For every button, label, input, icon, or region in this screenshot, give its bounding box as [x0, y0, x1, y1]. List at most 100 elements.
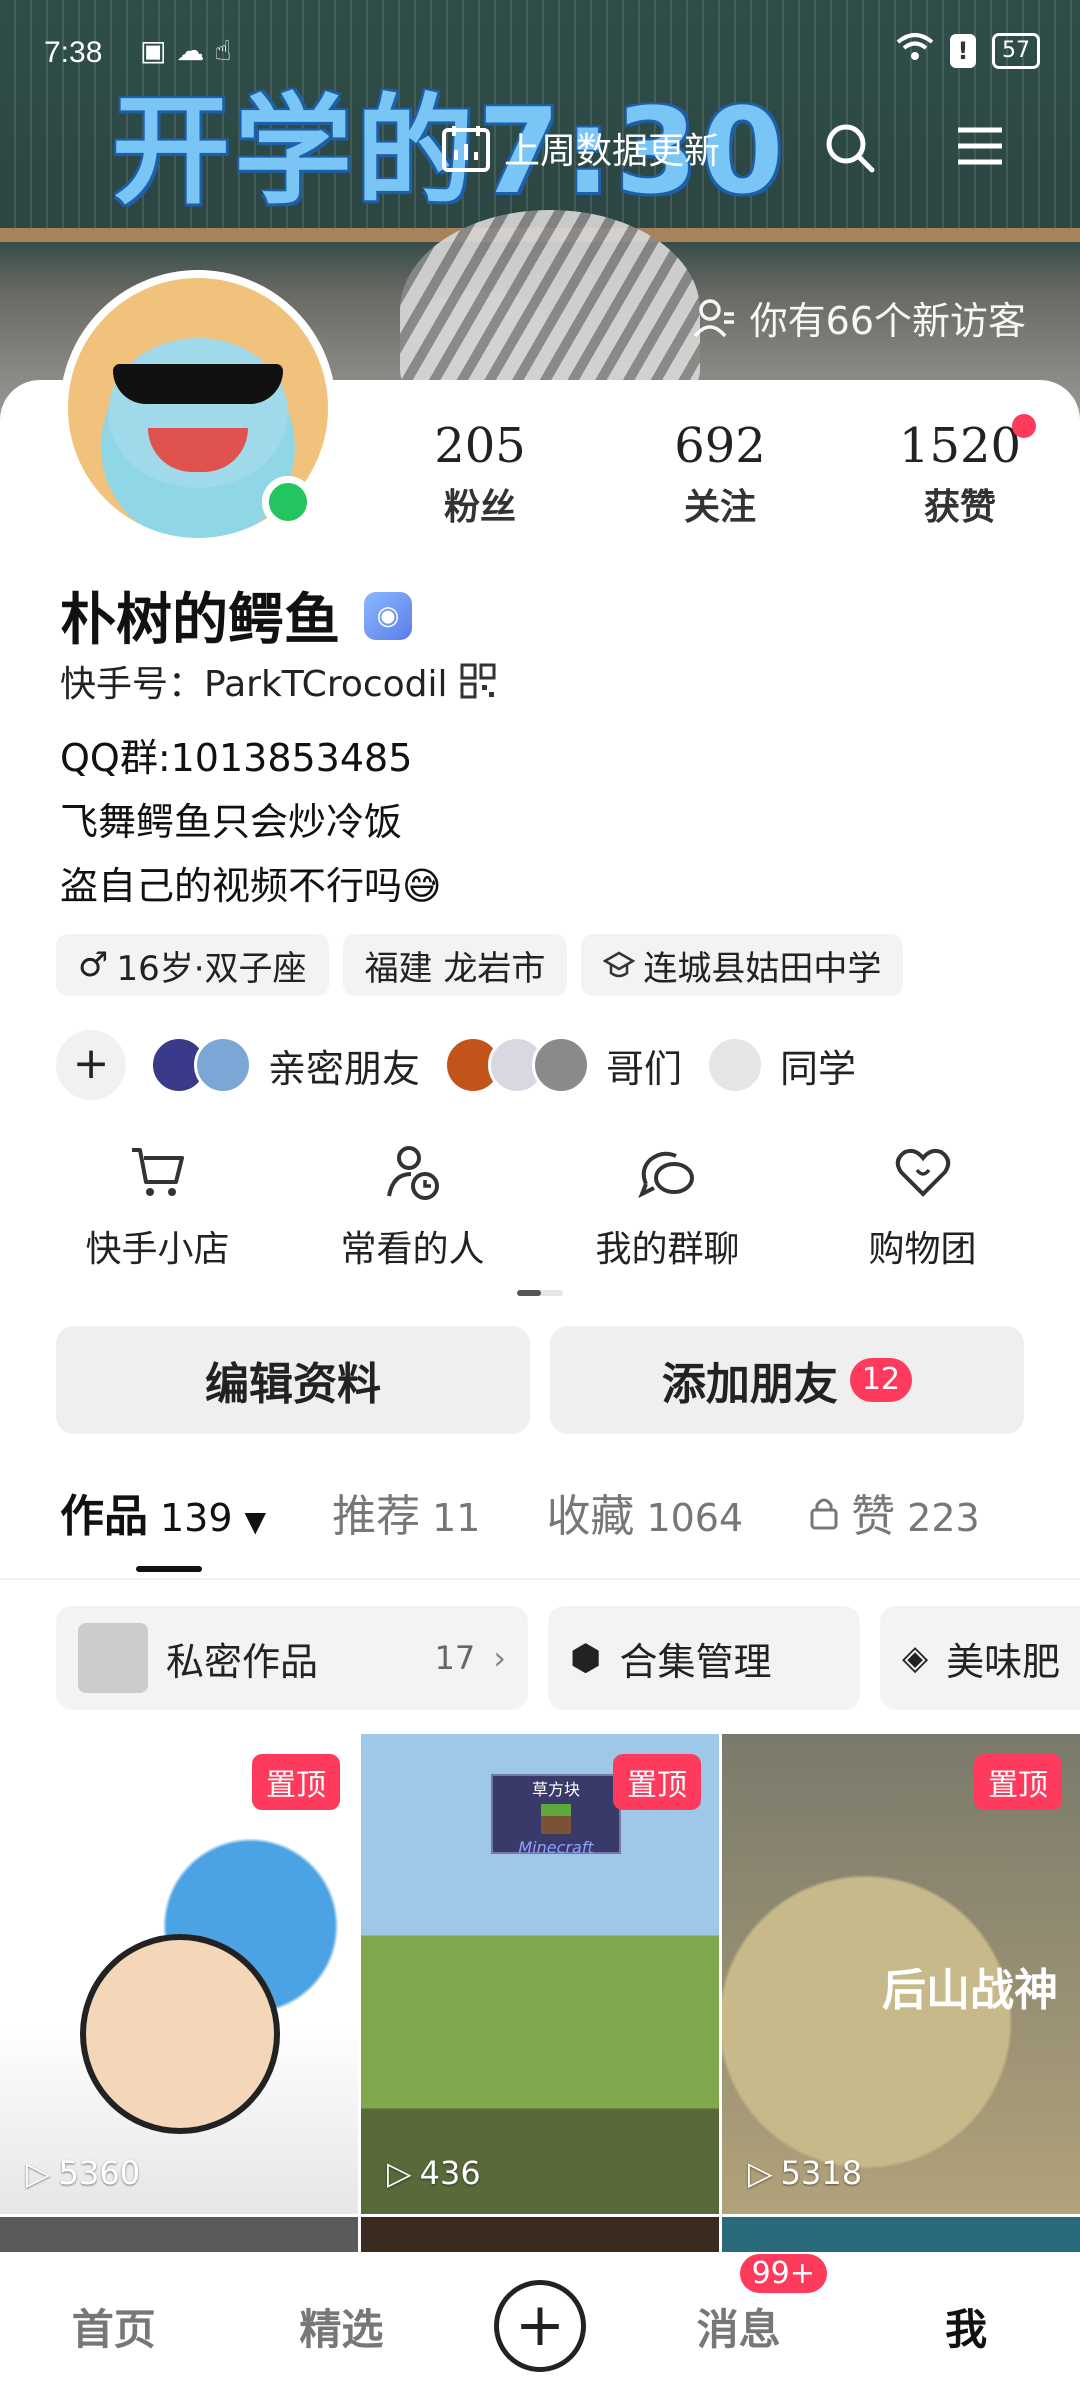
collection-count: 17 — [434, 1639, 476, 1677]
alert-icon: ! — [950, 33, 976, 68]
tag-text: 连城县姑田中学 — [643, 948, 882, 989]
avatar-sunglasses — [113, 364, 283, 404]
video-tile-partial[interactable] — [722, 2217, 1080, 2257]
friend-groups: + 亲密朋友 哥们 同学 — [56, 1030, 856, 1100]
group-label: 同学 — [780, 1046, 857, 1091]
group-avatar — [706, 1036, 765, 1094]
shortcut-label: 快手小店 — [85, 1229, 230, 1270]
status-time: 7:38 — [44, 36, 103, 69]
group-label: 哥们 — [606, 1046, 683, 1091]
video-tile[interactable]: 草方块 Minecraft 置顶 ▷ 436 — [361, 1734, 719, 2214]
collection-label: 美味肥 — [946, 1639, 1061, 1684]
collection-manage-button[interactable]: ⬢ 合集管理 — [548, 1606, 860, 1710]
shortcut-label: 购物团 — [868, 1229, 977, 1270]
caret-down-icon[interactable]: ▼ — [245, 1505, 267, 1538]
person-clock-icon — [386, 1146, 439, 1200]
overlay-subtitle: Minecraft — [518, 1838, 594, 1857]
tabs-divider — [0, 1578, 1080, 1580]
play-count: ▷ 436 — [387, 2154, 481, 2192]
tab-likes[interactable]: 赞 223 — [809, 1480, 980, 1544]
weekly-update-button[interactable]: 上周数据更新 — [440, 122, 720, 174]
video-tile[interactable]: 置顶 ▷ 5360 — [0, 1734, 358, 2214]
group-avatar — [532, 1036, 591, 1094]
stat-followers[interactable]: 205 粉丝 — [390, 418, 570, 530]
menu-icon[interactable] — [954, 120, 1006, 176]
shortcut-shop[interactable]: 快手小店 — [43, 1140, 273, 1272]
video-tile-partial[interactable] — [361, 2217, 719, 2257]
group-avatars — [150, 1036, 252, 1094]
pinned-badge: 置顶 — [974, 1754, 1062, 1810]
stat-following[interactable]: 692 关注 — [630, 418, 810, 530]
group-buddies[interactable]: 哥们 — [444, 1036, 682, 1094]
play-count-value: 436 — [419, 2154, 481, 2192]
status-notification-icons: ▣ ☁ ☝ — [110, 34, 232, 67]
group-label: 亲密朋友 — [268, 1046, 421, 1091]
kuaishou-id-row[interactable]: 快手号：ParkTCrocodil — [60, 655, 496, 707]
calendar-chart-icon — [442, 126, 490, 172]
group-chat-icon — [637, 1151, 694, 1199]
group-avatars — [706, 1036, 765, 1094]
status-bar: 7:38 ▣ ☁ ☝ ! 57 — [0, 0, 1080, 100]
collection-row: 私密作品 17 › ⬢ 合集管理 ◈ 美味肥 — [56, 1606, 1080, 1710]
nav-messages[interactable]: 消息 99+ — [664, 2253, 827, 2357]
profile-name: 朴树的鳄鱼 — [60, 588, 340, 653]
nav-home[interactable]: 首页 — [39, 2296, 189, 2357]
shortcut-group-chats[interactable]: 我的群聊 — [553, 1140, 783, 1272]
edit-profile-button[interactable]: 编辑资料 — [56, 1326, 530, 1434]
video-tile-partial[interactable] — [0, 2217, 358, 2257]
bottom-navigation: 首页 精选 + 消息 99+ 我 — [0, 2252, 1080, 2400]
new-visitors-text: 你有66个新访客 — [749, 299, 1026, 343]
tab-count: 223 — [907, 1496, 980, 1540]
qr-code-icon[interactable] — [460, 663, 496, 699]
add-group-button[interactable]: + — [56, 1030, 126, 1100]
edit-profile-label: 编辑资料 — [205, 1359, 381, 1410]
collection-label: 合集管理 — [619, 1639, 772, 1684]
tab-works[interactable]: 作品 139 ▼ — [60, 1480, 266, 1544]
visitor-icon — [693, 298, 734, 337]
group-classmates[interactable]: 同学 — [706, 1036, 856, 1094]
profile-name-row: 朴树的鳄鱼 ◉ — [60, 575, 412, 656]
private-works-entry[interactable]: 私密作品 17 › — [56, 1606, 528, 1710]
messages-badge: 99+ — [739, 2253, 827, 2293]
nav-featured[interactable]: 精选 — [266, 2296, 416, 2357]
tab-label: 作品 — [60, 1491, 148, 1542]
tab-recommended[interactable]: 推荐 11 — [332, 1480, 480, 1544]
create-post-button[interactable]: + — [493, 2280, 586, 2372]
verified-badge-icon[interactable]: ◉ — [364, 591, 412, 640]
profile-tags: ♂ 16岁·双子座 福建 龙岩市 连城县姑田中学 — [56, 934, 904, 996]
layers-icon: ◈ — [902, 1638, 929, 1678]
tab-label: 赞 — [851, 1491, 896, 1542]
search-icon[interactable] — [822, 120, 878, 180]
grass-block-icon — [541, 1804, 571, 1834]
tab-count: 1064 — [646, 1496, 744, 1540]
stat-label: 粉丝 — [443, 487, 516, 528]
tag-school[interactable]: 连城县姑田中学 — [581, 934, 904, 996]
shortcut-frequent-people[interactable]: 常看的人 — [298, 1140, 528, 1272]
play-count-value: 5360 — [58, 2154, 141, 2192]
tag-location[interactable]: 福建 龙岩市 — [342, 934, 568, 996]
shortcut-shopping-group[interactable]: 购物团 — [808, 1140, 1038, 1272]
add-friend-label: 添加朋友 — [661, 1359, 838, 1410]
play-icon: ▷ — [748, 2154, 773, 2192]
new-visitors-link[interactable]: 你有66个新访客 — [692, 290, 1026, 345]
add-friend-badge: 12 — [849, 1358, 913, 1402]
group-avatars — [444, 1036, 591, 1094]
play-count: ▷ 5360 — [26, 2154, 140, 2192]
stat-label: 关注 — [683, 487, 756, 528]
tab-favorites[interactable]: 收藏 1064 — [546, 1480, 743, 1544]
add-friend-button[interactable]: 添加朋友 12 — [550, 1326, 1024, 1434]
nav-me[interactable]: 我 — [891, 2296, 1041, 2357]
play-icon: ▷ — [387, 2154, 412, 2192]
tag-age-zodiac[interactable]: ♂ 16岁·双子座 — [56, 934, 329, 996]
online-status-dot — [262, 476, 314, 528]
group-close-friends[interactable]: 亲密朋友 — [150, 1036, 420, 1094]
active-tab-indicator — [136, 1566, 202, 1572]
tab-label: 推荐 — [332, 1491, 421, 1542]
play-icon: ▷ — [26, 2154, 51, 2192]
video-tile[interactable]: 后山战神 置顶 ▷ 5318 — [722, 1734, 1080, 2214]
shortcut-row: 快手小店 常看的人 我的群聊 购物团 — [0, 1140, 1080, 1272]
collection-entry[interactable]: ◈ 美味肥 — [880, 1606, 1080, 1710]
play-count-value: 5318 — [780, 2154, 863, 2192]
stat-likes[interactable]: 1520 获赞 — [870, 414, 1050, 530]
shortcut-label: 常看的人 — [340, 1229, 485, 1270]
